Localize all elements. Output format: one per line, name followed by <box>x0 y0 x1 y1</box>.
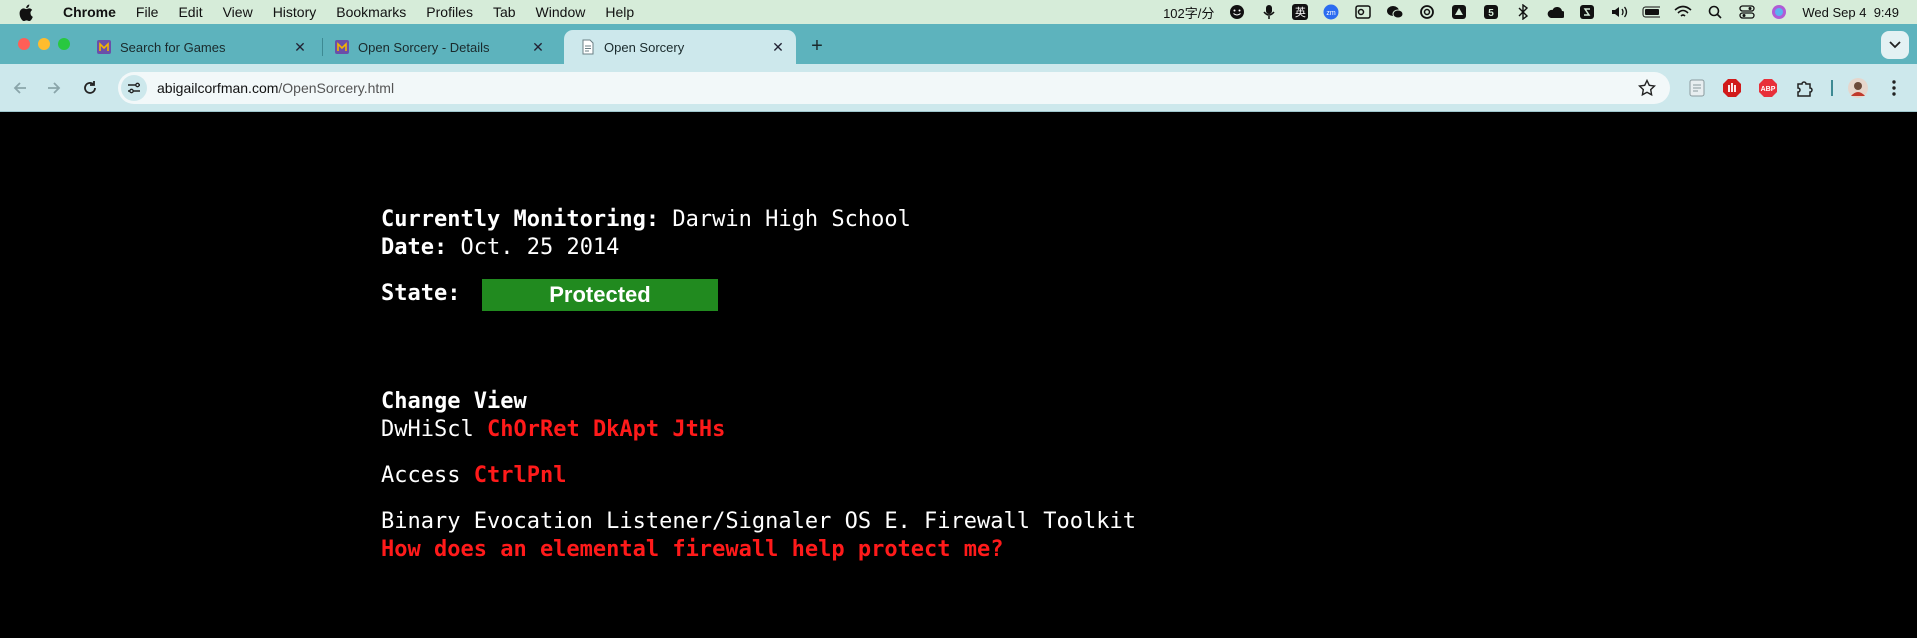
menu-window[interactable]: Window <box>526 0 596 24</box>
tab-search-chevron-icon[interactable] <box>1881 31 1909 59</box>
menu-profiles[interactable]: Profiles <box>416 0 483 24</box>
site-info-tune-icon[interactable] <box>121 75 147 101</box>
menu-history[interactable]: History <box>263 0 327 24</box>
control-panel-link[interactable]: CtrlPnl <box>474 463 567 488</box>
input-rate-indicator[interactable]: 102字/分 <box>1163 3 1214 22</box>
svg-text:ABP: ABP <box>1761 86 1776 93</box>
window-minimize-button[interactable] <box>38 38 50 50</box>
page-favicon-icon <box>580 39 596 55</box>
bookmark-star-icon[interactable] <box>1637 78 1657 97</box>
state-status-badge: Protected <box>482 279 718 311</box>
url-path: /OpenSorcery.html <box>278 80 395 96</box>
browser-menu-icon[interactable] <box>1884 78 1904 98</box>
stop-hand-extension-icon[interactable] <box>1722 78 1742 98</box>
date-label: Date: <box>381 235 448 260</box>
change-view-heading: Change View <box>381 389 527 414</box>
state-label: State: <box>381 281 461 306</box>
game-favicon-icon <box>96 39 112 55</box>
scrivener-icon[interactable] <box>1578 4 1596 20</box>
monitoring-value: Darwin High School <box>672 207 911 232</box>
menu-edit[interactable]: Edit <box>168 0 212 24</box>
clock[interactable]: Wed Sep 4 9:49 <box>1802 5 1899 20</box>
tab-close-icon[interactable]: ✕ <box>770 39 786 55</box>
drive-icon[interactable] <box>1450 4 1468 20</box>
reader-extension-icon[interactable] <box>1687 78 1707 98</box>
view-links-line: DwHiScl ChOrRet DkApt JtHs <box>381 417 725 442</box>
current-view-label: DwHiScl <box>381 417 474 442</box>
monitoring-line: Currently Monitoring: Darwin High School <box>381 207 911 232</box>
profile-avatar[interactable] <box>1848 78 1868 98</box>
emoji-icon[interactable] <box>1228 4 1246 20</box>
url-host: abigailcorfman.com <box>157 80 279 96</box>
cloud-icon[interactable] <box>1546 4 1565 20</box>
tab-title: Search for Games <box>120 39 226 55</box>
firewall-faq-link[interactable]: How does an elemental firewall help prot… <box>381 537 1004 562</box>
menu-app-chrome[interactable]: Chrome <box>51 0 126 24</box>
window-zoom-button[interactable] <box>58 38 70 50</box>
zoom-icon[interactable]: zm <box>1322 4 1340 20</box>
menu-file[interactable]: File <box>126 0 169 24</box>
tab-strip: Search for Games ✕ Open Sorcery - Detail… <box>0 24 1917 64</box>
macos-menu-bar: Chrome File Edit View History Bookmarks … <box>0 0 1917 24</box>
siri-icon[interactable] <box>1770 4 1788 20</box>
view-link-dkapt[interactable]: DkApt <box>593 417 659 442</box>
volume-icon[interactable] <box>1610 4 1628 20</box>
tab-open-sorcery-details[interactable]: Open Sorcery - Details ✕ <box>318 30 556 64</box>
tab-title: Open Sorcery <box>604 39 685 55</box>
monitoring-label: Currently Monitoring: <box>381 207 660 232</box>
date-value: Oct. 25 2014 <box>460 235 620 260</box>
ime-icon[interactable]: 英 <box>1292 4 1309 20</box>
window-close-button[interactable] <box>18 38 30 50</box>
page-content: Currently Monitoring: Darwin High School… <box>0 113 1917 638</box>
toolkit-title: Binary Evocation Listener/Signaler OS E.… <box>381 509 1136 534</box>
adblock-plus-icon[interactable]: ABP <box>1758 78 1778 98</box>
menu-tab[interactable]: Tab <box>483 0 526 24</box>
forward-arrow-icon[interactable] <box>42 76 66 100</box>
outlook-icon[interactable] <box>1354 4 1372 20</box>
extensions-puzzle-icon[interactable] <box>1794 78 1814 98</box>
access-label: Access <box>381 463 461 488</box>
wifi-icon[interactable] <box>1674 4 1692 20</box>
view-link-chorret[interactable]: ChOrRet <box>487 417 580 442</box>
tab-title: Open Sorcery - Details <box>358 39 490 55</box>
menu-help[interactable]: Help <box>595 0 644 24</box>
control-center-icon[interactable] <box>1738 4 1756 20</box>
game-favicon-icon <box>334 39 350 55</box>
tab-close-icon[interactable]: ✕ <box>530 39 546 55</box>
spotlight-search-icon[interactable] <box>1706 4 1724 20</box>
html5-icon[interactable]: 5 <box>1482 4 1500 20</box>
chatgpt-icon[interactable] <box>1418 4 1436 20</box>
browser-toolbar: abigailcorfman.com/OpenSorcery.html ABP <box>0 64 1917 112</box>
svg-text:zm: zm <box>1327 10 1337 17</box>
back-arrow-icon[interactable] <box>8 76 32 100</box>
address-bar[interactable]: abigailcorfman.com/OpenSorcery.html <box>118 72 1670 104</box>
svg-text:5: 5 <box>1489 8 1495 19</box>
apple-icon[interactable] <box>17 3 35 21</box>
menu-view[interactable]: View <box>213 0 263 24</box>
access-line: Access CtrlPnl <box>381 463 566 488</box>
menu-bookmarks[interactable]: Bookmarks <box>326 0 416 24</box>
tab-search-for-games[interactable]: Search for Games ✕ <box>80 30 318 64</box>
view-link-jths[interactable]: JtHs <box>672 417 725 442</box>
microphone-icon[interactable] <box>1260 4 1278 20</box>
toolbar-divider <box>1831 80 1833 96</box>
tab-open-sorcery[interactable]: Open Sorcery ✕ <box>564 30 796 64</box>
wechat-icon[interactable] <box>1386 4 1404 20</box>
new-tab-icon[interactable]: + <box>806 36 828 58</box>
bluetooth-icon[interactable] <box>1514 4 1532 20</box>
tab-close-icon[interactable]: ✕ <box>292 39 308 55</box>
date-line: Date: Oct. 25 2014 <box>381 235 619 260</box>
battery-icon[interactable] <box>1642 4 1661 20</box>
reload-icon[interactable] <box>78 76 102 100</box>
menubar-status-area: 102字/分 英 zm 5 Wed Sep 4 9:49 <box>1163 0 1899 24</box>
